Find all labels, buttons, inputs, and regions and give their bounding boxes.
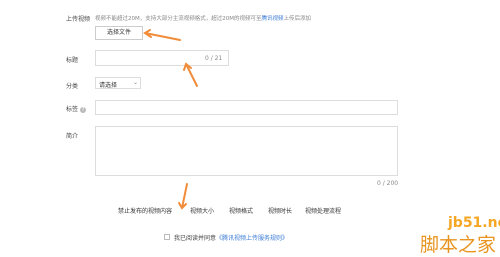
watermark-site: jb51.net bbox=[448, 215, 500, 231]
annotation-arrows bbox=[143, 29, 198, 210]
arrow-icon bbox=[143, 29, 181, 41]
arrow-icon bbox=[183, 62, 198, 87]
arrow-icon bbox=[178, 183, 188, 210]
watermark-brand: 脚本之家 bbox=[420, 234, 497, 256]
